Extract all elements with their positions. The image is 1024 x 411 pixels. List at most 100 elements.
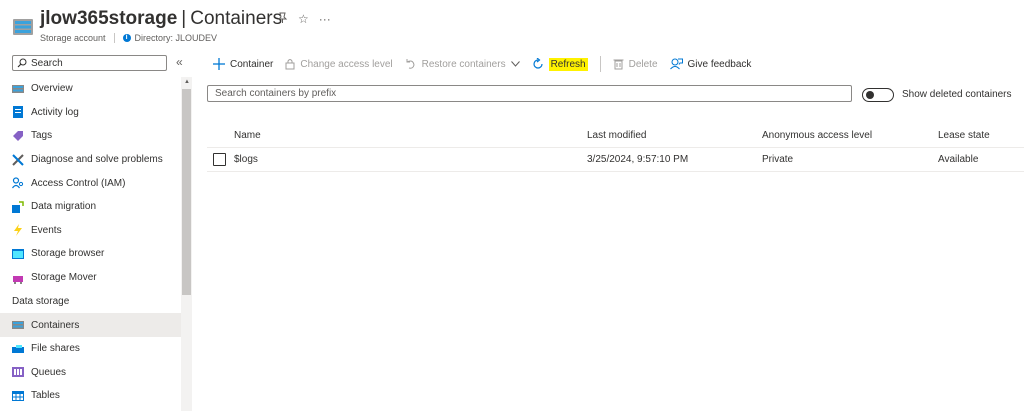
events-icon xyxy=(12,224,24,237)
pin-icon[interactable] xyxy=(277,12,288,27)
directory-label: Directory: JLOUDEV xyxy=(134,33,218,43)
container-name-link[interactable]: $logs xyxy=(234,154,258,165)
table-row[interactable]: $logs 3/25/2024, 9:57:10 PM Private Avai… xyxy=(207,148,1024,172)
iam-icon xyxy=(12,177,24,189)
sidebar-search-placeholder: Search xyxy=(31,57,63,69)
collapse-sidebar-icon[interactable]: « xyxy=(176,55,183,69)
access-level-value: Private xyxy=(762,154,794,165)
sidebar-item-label: Diagnose and solve problems xyxy=(31,154,163,166)
refresh-icon xyxy=(532,58,544,70)
sidebar: Search « Overview Activity log Tags Diag… xyxy=(0,52,193,411)
activity-log-icon xyxy=(12,106,24,119)
sidebar-item-iam[interactable]: Access Control (IAM) xyxy=(0,171,181,195)
give-feedback-label: Give feedback xyxy=(687,58,752,70)
feedback-icon xyxy=(669,58,683,70)
last-modified-value: 3/25/2024, 9:57:10 PM xyxy=(587,154,689,165)
delete-label: Delete xyxy=(628,58,658,70)
file-shares-icon xyxy=(12,343,24,355)
sidebar-item-label: Overview xyxy=(31,83,73,95)
more-icon[interactable]: ··· xyxy=(319,12,331,27)
section-data-storage: Data storage xyxy=(12,295,70,307)
sidebar-scrollbar[interactable]: ▲ xyxy=(181,77,192,411)
change-access-level-label: Change access level xyxy=(300,58,393,70)
show-deleted-label: Show deleted containers xyxy=(902,89,1012,100)
data-migration-icon xyxy=(12,201,24,213)
give-feedback-button[interactable]: Give feedback xyxy=(669,58,752,70)
sidebar-item-label: Queues xyxy=(31,366,67,378)
lease-state-value: Available xyxy=(938,154,979,165)
tables-icon xyxy=(12,390,24,402)
sidebar-nav: Overview Activity log Tags Diagnose and … xyxy=(0,77,181,408)
diagnose-icon xyxy=(12,153,24,166)
column-header-name[interactable]: Name xyxy=(234,130,261,141)
add-container-label: Container xyxy=(230,58,274,70)
sidebar-item-diagnose[interactable]: Diagnose and solve problems xyxy=(0,148,181,172)
row-checkbox[interactable] xyxy=(213,153,226,166)
storage-account-icon xyxy=(13,19,33,35)
sidebar-item-overview[interactable]: Overview xyxy=(0,77,181,101)
toolbar-divider xyxy=(599,56,601,72)
sidebar-item-label: Events xyxy=(31,224,62,236)
sidebar-item-storage-mover[interactable]: Storage Mover xyxy=(0,266,181,290)
sidebar-item-label: Tags xyxy=(31,130,53,142)
chevron-down-icon xyxy=(510,61,520,67)
sidebar-item-events[interactable]: Events xyxy=(0,219,181,243)
tag-icon xyxy=(12,130,24,142)
sidebar-item-label: File shares xyxy=(31,343,80,355)
info-icon: i xyxy=(122,34,131,42)
delete-button[interactable]: Delete xyxy=(613,58,658,70)
storage-browser-icon xyxy=(12,248,24,260)
column-header-lease-state[interactable]: Lease state xyxy=(938,130,990,141)
resource-type: Storage account xyxy=(40,33,106,43)
lock-icon xyxy=(285,58,295,70)
refresh-button[interactable]: Refresh xyxy=(532,57,588,71)
command-bar: Container Change access level Restore co… xyxy=(213,54,763,74)
overview-icon xyxy=(12,83,24,95)
sidebar-item-label: Storage browser xyxy=(31,248,105,260)
sidebar-item-containers[interactable]: Containers xyxy=(0,313,181,337)
sidebar-item-label: Storage Mover xyxy=(31,272,97,284)
refresh-label: Refresh xyxy=(548,57,588,71)
sidebar-item-tables[interactable]: Tables xyxy=(0,384,181,408)
subtitle-divider xyxy=(113,33,115,43)
sidebar-item-data-migration[interactable]: Data migration xyxy=(0,195,181,219)
resource-name: jlow365storage xyxy=(40,8,178,29)
trash-icon xyxy=(613,58,624,70)
containers-icon xyxy=(12,319,24,331)
star-icon[interactable]: ☆ xyxy=(298,12,309,27)
change-access-level-button[interactable]: Change access level xyxy=(285,58,393,70)
toggle-knob xyxy=(866,91,874,99)
container-prefix-placeholder: Search containers by prefix xyxy=(215,88,337,99)
undo-icon xyxy=(405,58,417,70)
sidebar-item-label: Data migration xyxy=(31,201,97,213)
column-header-access-level[interactable]: Anonymous access level xyxy=(762,130,872,141)
table-header: Name Last modified Anonymous access leve… xyxy=(207,124,1024,148)
plus-icon xyxy=(213,58,225,70)
column-header-last-modified[interactable]: Last modified xyxy=(587,130,646,141)
sidebar-item-tags[interactable]: Tags xyxy=(0,124,181,148)
scroll-up-icon[interactable]: ▲ xyxy=(184,79,190,85)
show-deleted-toggle[interactable] xyxy=(862,88,894,102)
page-name: Containers xyxy=(190,8,283,29)
restore-containers-button[interactable]: Restore containers xyxy=(405,58,520,70)
sidebar-item-queues[interactable]: Queues xyxy=(0,361,181,385)
container-prefix-search-input[interactable]: Search containers by prefix xyxy=(207,85,852,102)
sidebar-item-storage-browser[interactable]: Storage browser xyxy=(0,242,181,266)
title-actions: ☆ ··· xyxy=(277,12,331,27)
sidebar-search-input[interactable]: Search xyxy=(12,55,167,71)
page-title: jlow365storage | Containers xyxy=(40,8,282,30)
add-container-button[interactable]: Container xyxy=(213,58,273,70)
queues-icon xyxy=(12,366,24,378)
title-separator: | xyxy=(181,8,187,29)
sidebar-item-label: Activity log xyxy=(31,106,79,118)
search-icon xyxy=(17,58,27,68)
sidebar-item-file-shares[interactable]: File shares xyxy=(0,337,181,361)
restore-containers-label: Restore containers xyxy=(421,58,506,70)
storage-mover-icon xyxy=(12,272,24,284)
resource-subtitle: Storage account i Directory: JLOUDEV xyxy=(40,33,217,43)
sidebar-item-activity-log[interactable]: Activity log xyxy=(0,101,181,125)
containers-table: Name Last modified Anonymous access leve… xyxy=(207,124,1024,172)
scrollbar-thumb[interactable] xyxy=(182,89,191,295)
sidebar-item-label: Tables xyxy=(31,390,60,402)
sidebar-item-label: Containers xyxy=(31,319,80,331)
